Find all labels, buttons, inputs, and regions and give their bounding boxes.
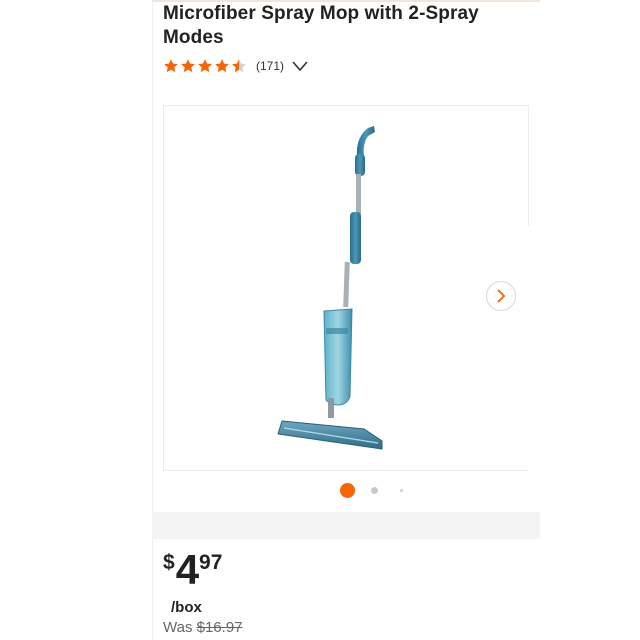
was-price-value: $16.97 (196, 619, 243, 636)
was-label: Was (163, 619, 193, 636)
half-star-icon (232, 59, 246, 73)
star-icon (164, 59, 178, 73)
pager-dot-active[interactable] (340, 483, 355, 498)
product-title: Microfiber Spray Mop with 2-Spray Modes (163, 3, 479, 48)
star-icon (215, 59, 229, 73)
review-count[interactable]: (171) (256, 59, 284, 73)
star-rating (163, 58, 247, 74)
promo-band (152, 512, 540, 539)
star-icon (198, 59, 212, 73)
spray-mop-image (277, 126, 383, 450)
pager-dot[interactable] (371, 487, 378, 494)
price-unit: /box (171, 599, 202, 616)
price-dollars: 4 (175, 546, 199, 593)
product-page: Microfiber Spray Mop with 2-Spray Modes … (0, 0, 640, 640)
star-icon (181, 59, 195, 73)
pager-dot[interactable] (400, 489, 403, 492)
price-currency: $ (163, 551, 175, 574)
price-cents: 97 (199, 551, 223, 574)
chevron-down-icon[interactable] (292, 60, 308, 72)
gallery-pager[interactable] (338, 482, 418, 498)
chevron-right-icon (497, 289, 506, 303)
gallery-edge (528, 106, 529, 226)
price: $ 4 97 (163, 548, 222, 592)
left-divider (152, 0, 153, 640)
was-price: Was $16.97 (163, 619, 243, 636)
next-image-button[interactable] (486, 281, 516, 311)
product-image-gallery[interactable] (163, 105, 529, 471)
rating-row[interactable]: (171) (163, 56, 308, 76)
